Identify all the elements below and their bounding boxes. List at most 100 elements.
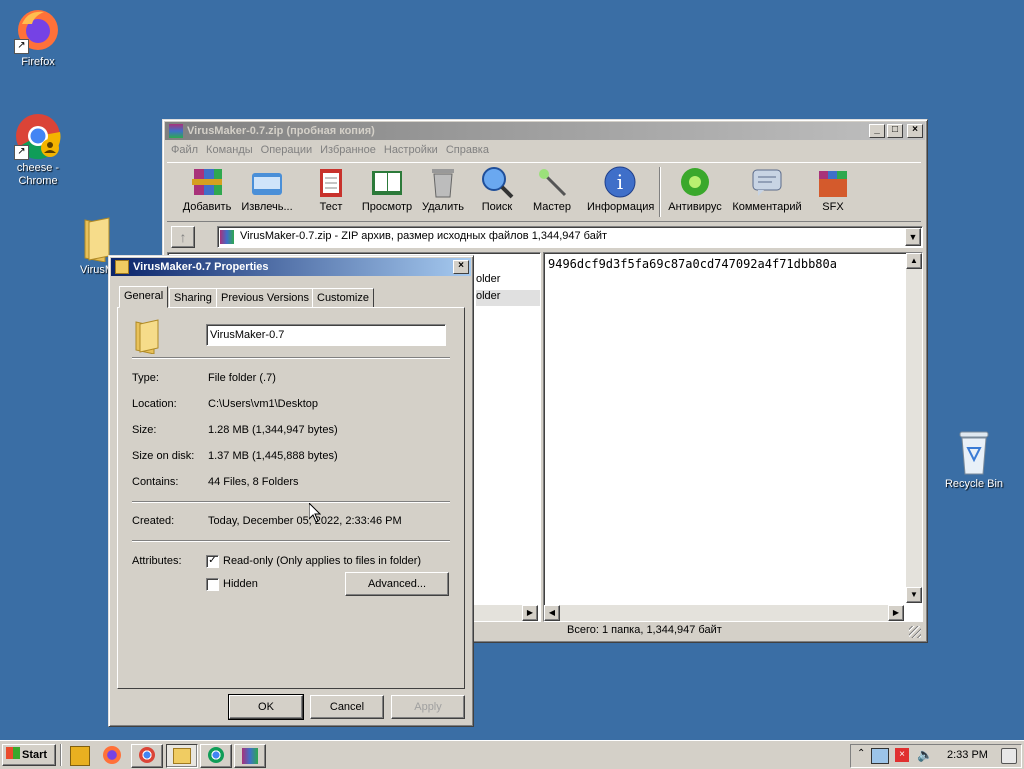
network-error-icon[interactable]: × xyxy=(895,748,909,762)
explorer-folder-icon xyxy=(173,748,191,764)
ok-button-label: OK xyxy=(258,701,274,713)
toolbar-view-button[interactable]: Просмотр xyxy=(357,163,417,213)
scroll-left-button[interactable]: ◀ xyxy=(544,605,560,621)
file-list-item-text: older xyxy=(476,290,501,302)
scroll-down-button[interactable]: ▼ xyxy=(906,587,922,603)
up-folder-button[interactable]: ↑ xyxy=(171,226,195,248)
advanced-button-label: Advanced... xyxy=(367,578,427,590)
created-value: Today, December 05, 2022, 2:33:46 PM xyxy=(208,515,402,527)
archive-path-combobox[interactable]: VirusMaker-0.7.zip - ZIP архив, размер и… xyxy=(217,226,923,248)
view-book-icon xyxy=(370,165,404,199)
taskbar-chrome-profile-button[interactable] xyxy=(200,744,232,768)
desktop-icon-chrome[interactable]: ↗ cheese - Chrome xyxy=(0,112,76,188)
toolbar-comment-button[interactable]: Комментарий xyxy=(731,163,803,213)
chrome-icon xyxy=(208,747,224,763)
toolbar-comment-label: Комментарий xyxy=(732,201,802,213)
scroll-up-button[interactable]: ▲ xyxy=(906,253,922,269)
tab-sharing-label: Sharing xyxy=(174,292,212,304)
taskbar: Start ⌃ × 🔈 2:33 PM xyxy=(0,740,1024,769)
hidden-checkbox[interactable] xyxy=(206,578,219,591)
properties-title: VirusMaker-0.7 Properties xyxy=(133,261,269,273)
cancel-button[interactable]: Cancel xyxy=(310,695,384,719)
volume-icon[interactable]: 🔈 xyxy=(917,747,933,763)
comment-vscrollbar[interactable]: ▲ ▼ xyxy=(906,253,922,603)
network-icon[interactable] xyxy=(871,748,889,764)
toolbar-info-button[interactable]: i Информация xyxy=(587,163,655,213)
created-label: Created: xyxy=(132,515,175,527)
desktop-icon-firefox[interactable]: ↗ Firefox xyxy=(0,6,76,69)
tray-expand-icon[interactable]: ⌃ xyxy=(857,748,865,759)
toolbar-antivirus-button[interactable]: Антивирус xyxy=(665,163,725,213)
toolbar-wizard-button[interactable]: Мастер xyxy=(522,163,582,213)
resize-grip[interactable] xyxy=(909,626,921,638)
cancel-button-label: Cancel xyxy=(329,701,365,713)
start-button[interactable]: Start xyxy=(2,744,56,766)
tab-sharing[interactable]: Sharing xyxy=(169,288,217,308)
toolbar-extract-button[interactable]: Извлечь... xyxy=(237,163,297,213)
ok-button[interactable]: OK xyxy=(228,694,304,720)
separator xyxy=(132,540,450,542)
apply-button[interactable]: Apply xyxy=(391,695,465,719)
tab-general[interactable]: General xyxy=(119,286,169,308)
notification-icon[interactable] xyxy=(1001,748,1017,764)
readonly-checkbox[interactable]: ✓ xyxy=(206,555,219,568)
taskbar-explorer-button[interactable] xyxy=(166,744,198,768)
properties-titlebar[interactable]: VirusMaker-0.7 Properties × xyxy=(111,258,471,276)
extract-folder-icon xyxy=(250,165,284,199)
folder-name-input[interactable] xyxy=(206,324,446,346)
comment-pane[interactable]: 9496dcf9d3f5fa69c87a0cd747092a4f71dbb80a… xyxy=(543,252,923,622)
scroll-right-button[interactable]: ▶ xyxy=(888,605,904,621)
tab-customize[interactable]: Customize xyxy=(312,288,374,308)
winrar-icon xyxy=(242,748,258,764)
winrar-title: VirusMaker-0.7.zip (пробная копия) xyxy=(187,125,375,137)
toolbar-test-button[interactable]: Тест xyxy=(301,163,361,213)
minimize-button[interactable]: _ xyxy=(869,124,885,138)
toolbar-separator xyxy=(659,167,661,217)
taskbar-winrar-button[interactable] xyxy=(234,744,266,768)
toolbar-find-label: Поиск xyxy=(481,201,513,213)
toolbar-sfx-button[interactable]: SFX xyxy=(803,163,863,213)
menu-help[interactable]: Справка xyxy=(442,142,493,160)
scroll-right-button[interactable]: ▶ xyxy=(522,605,538,621)
close-button[interactable]: × xyxy=(453,260,469,274)
info-icon: i xyxy=(603,165,637,199)
clock-text[interactable]: 2:33 PM xyxy=(947,749,988,761)
toolbar-delete-button[interactable]: Удалить xyxy=(413,163,473,213)
quicklaunch-firefox-icon[interactable] xyxy=(103,746,121,764)
file-list-item[interactable]: older xyxy=(476,290,540,306)
desktop-icon-recycle-bin[interactable]: Recycle Bin xyxy=(936,426,1012,491)
file-list-item[interactable]: older xyxy=(476,273,540,289)
folder-large-icon xyxy=(132,318,162,355)
attributes-label: Attributes: xyxy=(132,555,182,567)
menu-file[interactable]: Файл xyxy=(167,142,202,160)
separator xyxy=(132,501,450,503)
firefox-icon: ↗ xyxy=(14,6,62,54)
winrar-titlebar[interactable]: VirusMaker-0.7.zip (пробная копия) _ □ × xyxy=(165,122,925,140)
close-button[interactable]: × xyxy=(907,124,923,138)
quicklaunch-media-icon[interactable] xyxy=(70,746,90,766)
maximize-button[interactable]: □ xyxy=(887,124,903,138)
menu-settings[interactable]: Настройки xyxy=(380,142,442,160)
toolbar-add-label: Добавить xyxy=(182,201,232,213)
recycle-bin-icon xyxy=(954,426,994,476)
hidden-label[interactable]: Hidden xyxy=(223,578,258,590)
toolbar-info-label: Информация xyxy=(587,201,655,213)
menu-commands[interactable]: Команды xyxy=(202,142,257,160)
shortcut-arrow-icon: ↗ xyxy=(14,39,29,54)
comment-hscrollbar[interactable]: ◀ ▶ xyxy=(544,605,904,621)
toolbar-find-button[interactable]: Поиск xyxy=(467,163,527,213)
type-value: File folder (.7) xyxy=(208,372,276,384)
tab-previous-versions[interactable]: Previous Versions xyxy=(216,288,315,308)
path-dropdown-button[interactable]: ▼ xyxy=(905,228,921,246)
menu-favorites[interactable]: Избранное xyxy=(316,142,380,160)
toolbar-add-button[interactable]: Добавить xyxy=(177,163,237,213)
windows-logo-icon xyxy=(6,747,20,759)
toolbar-sfx-label: SFX xyxy=(822,201,844,213)
readonly-label[interactable]: Read-only (Only applies to files in fold… xyxy=(223,555,421,567)
desktop-icon-label: Recycle Bin xyxy=(944,478,1004,490)
advanced-button[interactable]: Advanced... xyxy=(345,572,449,596)
winrar-toolbar: Добавить Извлечь... Тест Просмотр Удалит… xyxy=(167,162,921,222)
taskbar-chrome-button[interactable] xyxy=(131,744,163,768)
general-tab-panel: Type: File folder (.7) Location: C:\User… xyxy=(117,307,465,689)
menu-operations[interactable]: Операции xyxy=(257,142,316,160)
